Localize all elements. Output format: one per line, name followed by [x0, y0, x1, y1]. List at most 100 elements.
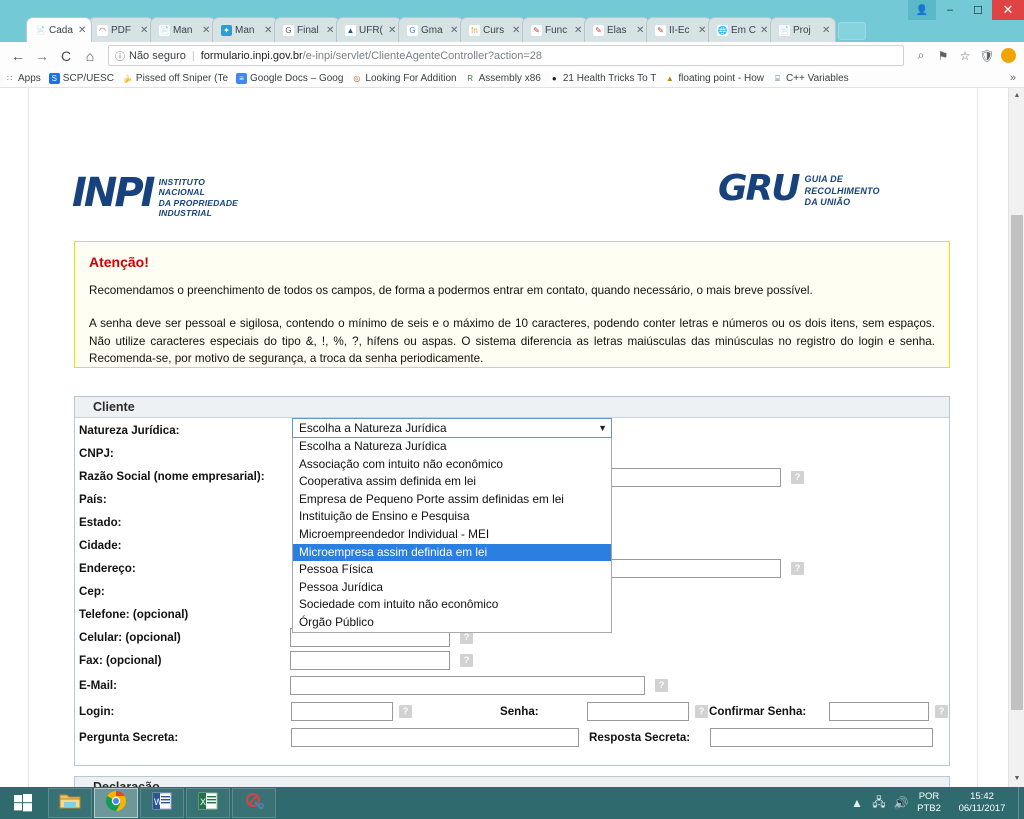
help-icon-fax[interactable]: ? — [460, 654, 473, 667]
location-pin-icon[interactable]: ⚑ — [932, 45, 954, 67]
input-pergunta-secreta[interactable] — [291, 728, 579, 747]
bookmark-item[interactable]: ● 21 Health Tricks To T — [548, 72, 656, 84]
forward-icon[interactable]: → — [30, 45, 54, 67]
help-icon-email[interactable]: ? — [655, 679, 668, 692]
cliente-legend: Cliente — [75, 397, 949, 418]
input-endereco[interactable] — [611, 559, 781, 578]
tab-close-icon[interactable]: ✕ — [388, 25, 397, 36]
scroll-down-arrow-icon[interactable]: ▼ — [1009, 771, 1024, 787]
back-icon[interactable]: ← — [6, 45, 30, 67]
tab-close-icon[interactable]: ✕ — [512, 25, 521, 36]
start-button[interactable] — [0, 787, 46, 819]
browser-tab[interactable]: 📄 Cada ✕ — [26, 17, 92, 42]
taskbar-app-snipping-tool[interactable] — [232, 788, 276, 818]
input-fax[interactable] — [290, 651, 450, 670]
tab-close-icon[interactable]: ✕ — [78, 25, 87, 36]
browser-tab[interactable]: 📄 Proj ✕ — [770, 17, 836, 42]
bookmark-item[interactable]: 🍌 Pissed off Sniper (Te — [121, 72, 228, 84]
bookmark-star-icon[interactable]: ☆ — [954, 45, 976, 67]
help-icon-senha[interactable]: ? — [695, 705, 708, 718]
show-desktop-button[interactable] — [1018, 787, 1024, 819]
tab-close-icon[interactable]: ✕ — [326, 25, 335, 36]
taskbar-app-file-explorer[interactable] — [48, 788, 92, 818]
windows-taskbar: WX ▲ 🖧 🔊 POR PTB2 15:42 06/11/2017 — [0, 787, 1024, 819]
natureza-juridica-option[interactable]: Instituição de Ensino e Pesquisa — [293, 508, 611, 526]
natureza-juridica-option[interactable]: Microempresa assim definida em lei — [293, 543, 611, 562]
help-icon-login[interactable]: ? — [399, 705, 412, 718]
bookmark-item[interactable]: ⌸ C++ Variables — [772, 72, 849, 84]
extension-shield-icon[interactable]: 🛡 — [976, 45, 998, 67]
bookmarks-overflow-icon[interactable]: » — [1010, 72, 1020, 84]
tab-title: Gma — [421, 24, 443, 36]
inpi-logo-line-2: NACIONAL — [158, 187, 206, 198]
tab-close-icon[interactable]: ✕ — [574, 25, 583, 36]
input-email[interactable] — [290, 676, 645, 695]
natureza-juridica-option[interactable]: Pessoa Física — [293, 561, 611, 579]
browser-tab[interactable]: fn Curs ✕ — [460, 17, 526, 42]
help-icon-razao-social[interactable]: ? — [791, 471, 804, 484]
clock[interactable]: 15:42 06/11/2017 — [946, 787, 1018, 819]
help-icon-celular[interactable]: ? — [460, 631, 473, 644]
natureza-juridica-option[interactable]: Órgão Público — [293, 614, 611, 632]
tab-close-icon[interactable]: ✕ — [264, 25, 273, 36]
taskbar-app-microsoft-word[interactable]: W — [140, 788, 184, 818]
natureza-juridica-option-list[interactable]: Escolha a Natureza Jurídica Associação co… — [292, 438, 612, 633]
avatar[interactable] — [1001, 48, 1016, 63]
browser-tab[interactable]: ✦ Man ✕ — [212, 17, 278, 42]
natureza-juridica-option[interactable]: Associação com intuito não econômico — [293, 456, 611, 474]
natureza-juridica-select[interactable]: Escolha a Natureza Jurídica ▼ — [292, 418, 612, 438]
tab-close-icon[interactable]: ✕ — [140, 25, 149, 36]
input-senha[interactable] — [587, 702, 689, 721]
browser-tab[interactable]: ✎ Elas ✕ — [584, 17, 650, 42]
tab-close-icon[interactable]: ✕ — [822, 25, 831, 36]
browser-tab[interactable]: ✎ Func ✕ — [522, 17, 588, 42]
natureza-juridica-option[interactable]: Microempreendedor Individual - MEI — [293, 526, 611, 544]
tab-close-icon[interactable]: ✕ — [760, 25, 769, 36]
help-icon-endereco[interactable]: ? — [791, 562, 804, 575]
taskbar-app-google-chrome[interactable] — [94, 788, 138, 818]
browser-tab[interactable]: ◠ PDF ✕ — [88, 17, 154, 42]
taskbar-app-microsoft-excel[interactable]: X — [186, 788, 230, 818]
tab-close-icon[interactable]: ✕ — [450, 25, 459, 36]
bookmark-item[interactable]: ▲ floating point - How — [664, 72, 764, 84]
reload-icon[interactable]: C — [54, 45, 78, 67]
tab-close-icon[interactable]: ✕ — [698, 25, 707, 36]
page-scrollbar[interactable]: ▲ ▼ — [1008, 88, 1024, 787]
language-indicator[interactable]: POR PTB2 — [912, 787, 946, 819]
bookmark-favicon-icon: R — [464, 72, 476, 84]
natureza-juridica-option[interactable]: Cooperativa assim definida em lei — [293, 473, 611, 491]
bookmark-item[interactable]: ∷ Apps — [4, 72, 41, 84]
new-tab-button[interactable] — [838, 22, 866, 40]
tray-overflow-icon[interactable]: ▲ — [846, 787, 868, 819]
input-confirmar-senha[interactable] — [829, 702, 929, 721]
tab-close-icon[interactable]: ✕ — [636, 25, 645, 36]
volume-icon[interactable]: 🔊 — [890, 787, 912, 819]
input-login[interactable] — [291, 702, 393, 721]
home-icon[interactable]: ⌂ — [78, 45, 102, 67]
zoom-icon[interactable]: ⌕ — [910, 45, 932, 67]
help-icon-confirmar-senha[interactable]: ? — [935, 705, 948, 718]
natureza-juridica-option[interactable]: Empresa de Pequeno Porte assim definidas… — [293, 491, 611, 509]
browser-tab[interactable]: ✎ II-Ec ✕ — [646, 17, 712, 42]
browser-tab[interactable]: G Gma ✕ — [398, 17, 464, 42]
input-resposta-secreta[interactable] — [710, 728, 933, 747]
scroll-up-arrow-icon[interactable]: ▲ — [1009, 88, 1024, 104]
scrollbar-thumb[interactable] — [1011, 215, 1023, 710]
browser-tab[interactable]: 📄 Man ✕ — [150, 17, 216, 42]
browser-tab[interactable]: 🌐 Em C ✕ — [708, 17, 774, 42]
bookmark-item[interactable]: R Assembly x86 — [464, 72, 541, 84]
browser-tab[interactable]: G Final ✕ — [274, 17, 340, 42]
natureza-juridica-option[interactable]: Pessoa Jurídica — [293, 579, 611, 597]
clock-time: 15:42 — [970, 790, 994, 802]
bookmark-item[interactable]: ≡ Google Docs – Goog — [236, 72, 343, 84]
natureza-juridica-option[interactable]: Escolha a Natureza Jurídica — [293, 438, 611, 456]
tab-close-icon[interactable]: ✕ — [202, 25, 211, 36]
network-icon[interactable]: 🖧 — [868, 787, 890, 819]
bookmark-item[interactable]: ◎ Looking For Addition — [351, 72, 457, 84]
bookmark-item[interactable]: S SCP/UESC — [48, 72, 114, 84]
bookmark-label: Assembly x86 — [478, 72, 541, 84]
natureza-juridica-option[interactable]: Sociedade com intuito não econômico — [293, 596, 611, 614]
browser-tab[interactable]: ▲ UFR(✕ — [336, 17, 402, 42]
input-razao-social[interactable] — [611, 468, 781, 487]
address-bar[interactable]: ⓘ Não seguro | formulario.inpi.gov.br/e-… — [108, 45, 904, 66]
